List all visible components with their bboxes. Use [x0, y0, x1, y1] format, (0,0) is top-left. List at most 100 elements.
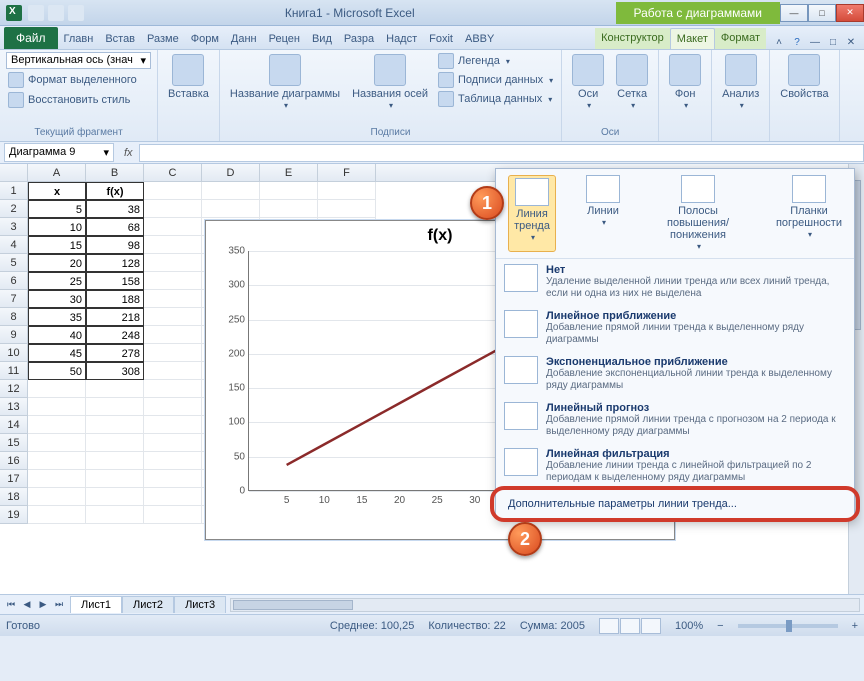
doc-minimize-icon[interactable]: — [808, 35, 822, 49]
tab-chart-format[interactable]: Формат [715, 28, 766, 49]
cell[interactable]: 278 [86, 344, 144, 362]
tab-data[interactable]: Данн [225, 29, 263, 49]
row-header[interactable]: 6 [0, 272, 28, 290]
cell[interactable]: 38 [86, 200, 144, 218]
cell[interactable] [28, 398, 86, 416]
tab-formulas[interactable]: Форм [185, 29, 225, 49]
row-header[interactable]: 1 [0, 182, 28, 200]
last-sheet-icon[interactable]: ⏭ [52, 599, 66, 610]
cell[interactable] [144, 452, 202, 470]
cell[interactable]: 188 [86, 290, 144, 308]
reset-style-button[interactable]: Восстановить стиль [6, 91, 132, 109]
scrollbar-thumb[interactable] [233, 600, 353, 610]
cell[interactable] [144, 344, 202, 362]
row-header[interactable]: 16 [0, 452, 28, 470]
cell[interactable] [28, 380, 86, 398]
tab-foxit[interactable]: Foxit [423, 29, 459, 49]
cell[interactable]: 40 [28, 326, 86, 344]
tab-developer[interactable]: Разра [338, 29, 380, 49]
minimize-button[interactable]: — [780, 4, 808, 22]
zoom-thumb[interactable] [786, 620, 792, 632]
cell[interactable]: 30 [28, 290, 86, 308]
next-sheet-icon[interactable]: ▶ [36, 599, 50, 610]
cell[interactable]: f(x) [86, 182, 144, 200]
cell[interactable] [144, 236, 202, 254]
col-header[interactable]: D [202, 164, 260, 181]
row-header[interactable]: 10 [0, 344, 28, 362]
more-trendline-options[interactable]: Дополнительные параметры линии тренда... [496, 490, 854, 518]
trendline-menu-item[interactable]: Линейная фильтрацияДобавление линии трен… [496, 443, 854, 489]
row-header[interactable]: 11 [0, 362, 28, 380]
axes-button[interactable]: Оси [568, 52, 608, 113]
error-bars-button[interactable]: Планки погрешности [776, 175, 842, 252]
file-tab[interactable]: Файл [4, 27, 58, 49]
col-header[interactable]: B [86, 164, 144, 181]
cell[interactable] [144, 416, 202, 434]
chart-element-combo[interactable]: Вертикальная ось (знач▾ [6, 52, 151, 69]
name-box[interactable]: Диаграмма 9▾ [4, 143, 114, 162]
cell[interactable] [28, 452, 86, 470]
sheet-tab[interactable]: Лист2 [122, 596, 174, 613]
cell[interactable] [144, 218, 202, 236]
cell[interactable] [144, 326, 202, 344]
cell[interactable] [144, 488, 202, 506]
cell[interactable]: 128 [86, 254, 144, 272]
properties-button[interactable]: Свойства [776, 52, 832, 102]
col-header[interactable]: F [318, 164, 376, 181]
cell[interactable]: 218 [86, 308, 144, 326]
cell[interactable] [144, 434, 202, 452]
zoom-level[interactable]: 100% [675, 620, 703, 632]
updown-bars-button[interactable]: Полосы повышения/понижения [650, 175, 746, 252]
cell[interactable] [144, 506, 202, 524]
tab-home[interactable]: Главн [58, 29, 100, 49]
tab-addins[interactable]: Надст [380, 29, 423, 49]
cell[interactable] [144, 308, 202, 326]
analysis-button[interactable]: Анализ [718, 52, 763, 113]
insert-button[interactable]: Вставка [164, 52, 213, 102]
tab-chart-layout[interactable]: Макет [670, 28, 715, 49]
cell[interactable]: 25 [28, 272, 86, 290]
tab-chart-design[interactable]: Конструктор [595, 28, 670, 49]
cell[interactable] [144, 398, 202, 416]
cell[interactable] [86, 416, 144, 434]
trendline-menu-item[interactable]: НетУдаление выделенной линии тренда или … [496, 259, 854, 305]
close-button[interactable]: ✕ [836, 4, 864, 22]
zoom-out-button[interactable]: − [717, 620, 723, 632]
chart-title-button[interactable]: Название диаграммы [226, 52, 344, 113]
cell[interactable] [86, 506, 144, 524]
legend-button[interactable]: Легенда [436, 52, 555, 70]
row-header[interactable]: 9 [0, 326, 28, 344]
cell[interactable] [86, 488, 144, 506]
trendline-menu-item[interactable]: Линейный прогнозДобавление прямой линии … [496, 397, 854, 443]
cell[interactable]: 20 [28, 254, 86, 272]
tab-review[interactable]: Рецен [263, 29, 306, 49]
cell[interactable] [28, 416, 86, 434]
fx-label[interactable]: fx [118, 147, 139, 159]
cell[interactable] [28, 470, 86, 488]
cell[interactable] [86, 434, 144, 452]
row-header[interactable]: 12 [0, 380, 28, 398]
cell[interactable] [86, 452, 144, 470]
cell[interactable] [86, 380, 144, 398]
cell[interactable] [144, 200, 202, 218]
zoom-in-button[interactable]: + [852, 620, 858, 632]
trendline-gallery-button[interactable]: Линия тренда [508, 175, 556, 252]
help-icon[interactable]: ? [790, 35, 804, 49]
lines-gallery-button[interactable]: Линии [586, 175, 620, 252]
cell[interactable] [28, 488, 86, 506]
cell[interactable] [318, 200, 376, 218]
save-icon[interactable] [28, 5, 44, 21]
doc-close-icon[interactable]: ✕ [844, 35, 858, 49]
cell[interactable]: 158 [86, 272, 144, 290]
cell[interactable] [86, 470, 144, 488]
cell[interactable] [144, 290, 202, 308]
page-break-button[interactable] [641, 618, 661, 634]
row-header[interactable]: 3 [0, 218, 28, 236]
tab-insert[interactable]: Встав [99, 29, 141, 49]
cell[interactable]: 35 [28, 308, 86, 326]
cell[interactable] [144, 182, 202, 200]
sheet-tab[interactable]: Лист3 [174, 596, 226, 613]
maximize-button[interactable]: □ [808, 4, 836, 22]
cell[interactable]: 50 [28, 362, 86, 380]
trendline-menu-item[interactable]: Линейное приближениеДобавление прямой ли… [496, 305, 854, 351]
